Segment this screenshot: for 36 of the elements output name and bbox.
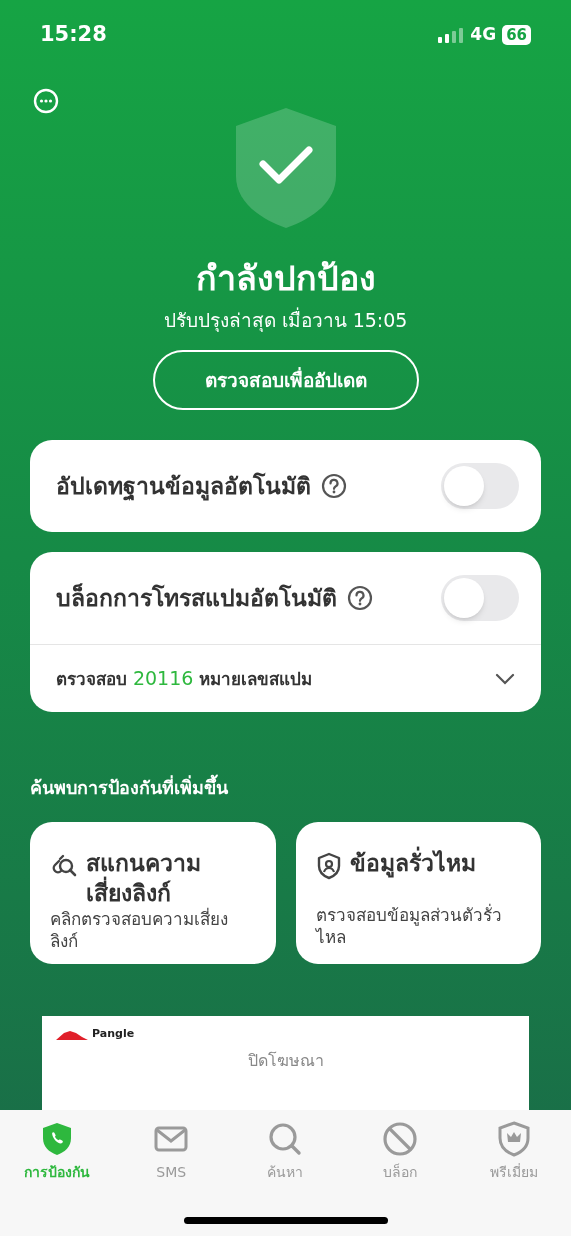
help-icon[interactable] (347, 585, 373, 611)
tab-item[interactable]: บล็อก (349, 1120, 450, 1183)
ad-brand: Pangle (92, 1026, 135, 1042)
check-update-button[interactable]: ตรวจสอบเพื่ออัปเดต (152, 350, 419, 410)
setting-label: อัปเดทฐานข้อมูลอัตโนมัติ (56, 471, 311, 503)
more-icon[interactable] (33, 88, 59, 114)
battery-indicator: 66 (502, 25, 531, 45)
setting-label: บล็อกการโทรสแปมอัตโนมัติ (56, 582, 337, 613)
signal-icon (438, 27, 465, 43)
toggle-switch[interactable] (441, 463, 519, 509)
status-time: 15:28 (40, 21, 107, 49)
chevron-icon (495, 672, 515, 685)
shield-user-icon (315, 852, 342, 880)
block-icon (380, 1120, 419, 1158)
last-update-text: ปรับปรุงล่าสุด เมื่อวาน 15:05 (163, 306, 408, 334)
spam-count-row[interactable]: ตรวจสอบ 20116 หมายเลขสแปม (30, 644, 541, 712)
feature-title: สแกนความเสี่ยงลิงก์ (86, 849, 202, 907)
ad-banner[interactable]: Pangle ปิดโฆษณา (42, 1016, 529, 1110)
toggle-switch[interactable] (441, 575, 519, 621)
feature-card[interactable]: สแกนความเสี่ยงลิงก์ คลิกตรวจสอบความเสี่ยงลิงก์ (30, 822, 276, 964)
feature-description: คลิกตรวจสอบความเสี่ยงลิงก์ (50, 908, 229, 952)
tab-item[interactable]: พรีเมี่ยม (463, 1120, 564, 1183)
tab-item[interactable]: SMS (121, 1120, 222, 1183)
feature-description: ตรวจสอบข้อมูลส่วนตัวรั่วไหล (315, 904, 503, 948)
tab-item[interactable]: การป้องกัน (7, 1120, 108, 1183)
brand-logo-icon (56, 1028, 88, 1041)
help-icon[interactable] (321, 473, 347, 499)
feature-card[interactable]: ข้อมูลรั่วไหม ตรวจสอบข้อมูลส่วนตัวรั่วไหล (295, 822, 541, 964)
section-title: ค้นพบการป้องกันที่เพิ่มขึ้น (0, 774, 571, 802)
close-ad-link[interactable]: ปิดโฆษณา (247, 1048, 324, 1073)
status-title: กำลังปกป้อง (195, 257, 376, 300)
tab-item[interactable]: ค้นหา (235, 1120, 336, 1183)
spam-count-text: ตรวจสอบ 20116 หมายเลขสแปม (56, 666, 313, 692)
feature-title: ข้อมูลรั่วไหม (349, 848, 476, 878)
shield-check-icon (235, 108, 336, 228)
network-label: 4G (470, 23, 497, 47)
